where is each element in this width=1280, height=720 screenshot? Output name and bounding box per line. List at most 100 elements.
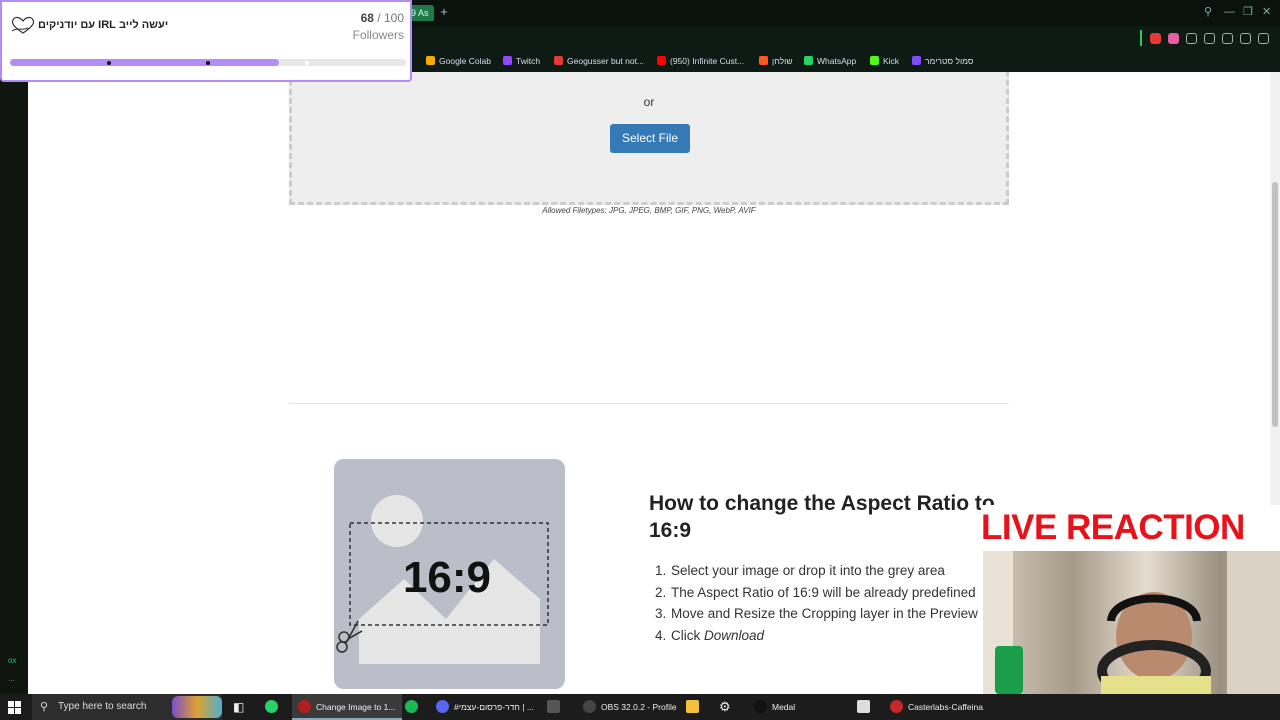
taskbar-app-label: OBS 32.0.2 - Profile:... (601, 702, 677, 712)
bookmark-label: Twitch (516, 56, 541, 66)
step-emphasis: Download (704, 627, 765, 643)
windows-taskbar: ⚲ Type here to search ◧ Change Image to … (0, 694, 1280, 720)
step-number: 2. (655, 584, 667, 600)
search-placeholder: Type here to search (58, 701, 147, 712)
step-item: 1. Select your image or drop it into the … (655, 560, 991, 582)
minimize-icon[interactable]: — (1224, 6, 1235, 18)
drop-area[interactable]: p g or Select File (289, 72, 1009, 205)
step-text: Select your image or drop it into the gr… (671, 563, 945, 578)
settings-gear-icon[interactable]: ⚙ (719, 694, 731, 720)
app-icon (583, 700, 596, 713)
taskbar-app-button[interactable]: Change Image to 1... (292, 694, 402, 720)
search-icon: ⚲ (40, 701, 49, 713)
live-reaction-banner: LIVE REACTION (981, 505, 1280, 551)
extension-icon[interactable] (1150, 33, 1161, 44)
or-text: or (643, 95, 655, 109)
step-number: 1. (655, 563, 667, 578)
bookmark-item[interactable]: (950) Infinite Cust... (657, 50, 744, 72)
taskbar-app-button[interactable]: #חדר-פרסום-עצמי | ... (430, 694, 540, 720)
goal-separator: / (377, 11, 381, 25)
goal-progress-bar (10, 59, 406, 66)
app-icon (754, 700, 767, 713)
bookmark-item[interactable]: Kick (870, 50, 899, 72)
bookmark-label: שולחן (772, 56, 793, 66)
bookmark-favicon-icon (870, 56, 879, 65)
step-number: 4. (655, 627, 667, 643)
bookmark-item[interactable]: WhatsApp (804, 50, 856, 72)
image-placeholder-icon: 16:9 (334, 459, 565, 689)
bookmark-label: Geogusser but not... (567, 56, 645, 66)
menu-icon[interactable] (1258, 33, 1269, 44)
taskbar-app-button[interactable]: OBS 32.0.2 - Profile:... (577, 694, 677, 720)
bm-app-icon[interactable] (547, 694, 565, 720)
bookmark-favicon-icon (426, 56, 435, 65)
bookmark-favicon-icon (554, 56, 563, 65)
step-text: Move and Resize the Cropping layer in th… (671, 606, 978, 621)
follower-goal-widget: יעשה לייב IRL עם יודניקים 68 / 100 Follo… (0, 0, 412, 82)
progress-marker (206, 61, 210, 65)
select-file-button[interactable]: Select File (610, 124, 690, 153)
close-icon[interactable]: ✕ (1262, 6, 1271, 18)
goal-progress-fill (10, 59, 280, 66)
download-icon[interactable] (1240, 33, 1251, 44)
taskbar-app-label: Change Image to 1... (316, 702, 396, 712)
step-item: 4. Click Download (655, 625, 991, 647)
file-explorer-icon[interactable] (686, 694, 704, 720)
extension-icon[interactable] (1186, 33, 1197, 44)
bookmark-label: Google Colab (439, 56, 491, 66)
allowed-filetypes: Allowed Filetypes: JPG, JPEG, BMP, GIF, … (542, 206, 756, 215)
bookmark-item[interactable]: שולחן (759, 50, 793, 72)
bookmark-label: WhatsApp (817, 56, 857, 66)
goal-title: יעשה לייב IRL עם יודניקים (38, 19, 169, 31)
aspect-ratio-illustration: 16:9 (334, 459, 565, 689)
bookmark-label: סמול סטרימר (925, 56, 974, 66)
sidebar-divider (1140, 30, 1142, 46)
search-highlight-image (172, 696, 222, 718)
step-item: 3. Move and Resize the Cropping layer in … (655, 603, 991, 625)
taskbar-app-label: Casterlabs-Caffeina... (908, 702, 984, 712)
extension-icon[interactable] (1168, 33, 1179, 44)
bookmark-item[interactable]: Google Colab (426, 50, 491, 72)
bookmark-favicon-icon (503, 56, 512, 65)
bookmark-label: (950) Infinite Cust... (670, 56, 745, 66)
bookmark-favicon-icon (657, 56, 666, 65)
restore-icon[interactable]: ❐ (1243, 6, 1253, 18)
bookmark-item[interactable]: Twitch (503, 50, 540, 72)
rail-more[interactable]: ... (8, 674, 15, 683)
goal-current: 68 (360, 11, 374, 25)
screen: 9 As + ⚲ — ❐ ✕ Google Colab Twitch Geoguss… (0, 0, 1280, 720)
steps-list: 1. Select your image or drop it into the … (655, 560, 991, 647)
bookmark-favicon-icon (804, 56, 813, 65)
progress-marker (305, 61, 309, 65)
taskbar-app-label: #חדר-פרסום-עצמי | ... (454, 702, 534, 712)
taskbar-app-button[interactable]: Medal (748, 694, 848, 720)
new-tab-button[interactable]: + (437, 5, 451, 19)
divider (289, 403, 1009, 404)
bookmark-item[interactable]: Geogusser but not... (554, 50, 644, 72)
step-text: Click (671, 627, 701, 643)
webcam-person (983, 551, 1280, 702)
app-icon (890, 700, 903, 713)
whatsapp-taskbar-icon[interactable] (265, 694, 283, 720)
app-icon[interactable] (857, 694, 875, 720)
task-view-icon[interactable]: ◧ (233, 694, 244, 720)
bookmark-item[interactable]: סמול סטרימר (912, 50, 974, 72)
extension-icon[interactable] (1222, 33, 1233, 44)
taskbar-app-button[interactable]: Casterlabs-Caffeina... (884, 694, 984, 720)
heart-cloud-icon (11, 16, 35, 34)
ratio-label: 16:9 (403, 553, 491, 602)
goal-unit: Followers (352, 28, 404, 42)
bookmark-label: Kick (883, 56, 900, 66)
goal-target: 100 (383, 11, 404, 25)
scrollbar-thumb[interactable] (1272, 182, 1278, 427)
search-tabs-icon[interactable]: ⚲ (1204, 6, 1212, 18)
taskbar-app-label: Medal (772, 702, 796, 712)
step-text: The Aspect Ratio of 16:9 will be already… (671, 584, 976, 600)
bookmark-favicon-icon (759, 56, 768, 65)
step-number: 3. (655, 606, 667, 621)
puzzle-icon[interactable] (1204, 33, 1215, 44)
step-item: 2. The Aspect Ratio of 16:9 will be alrea… (655, 582, 991, 604)
left-sidebar: ox ... (0, 72, 28, 694)
spotify-icon[interactable] (405, 694, 423, 720)
windows-start-icon[interactable] (8, 701, 21, 714)
